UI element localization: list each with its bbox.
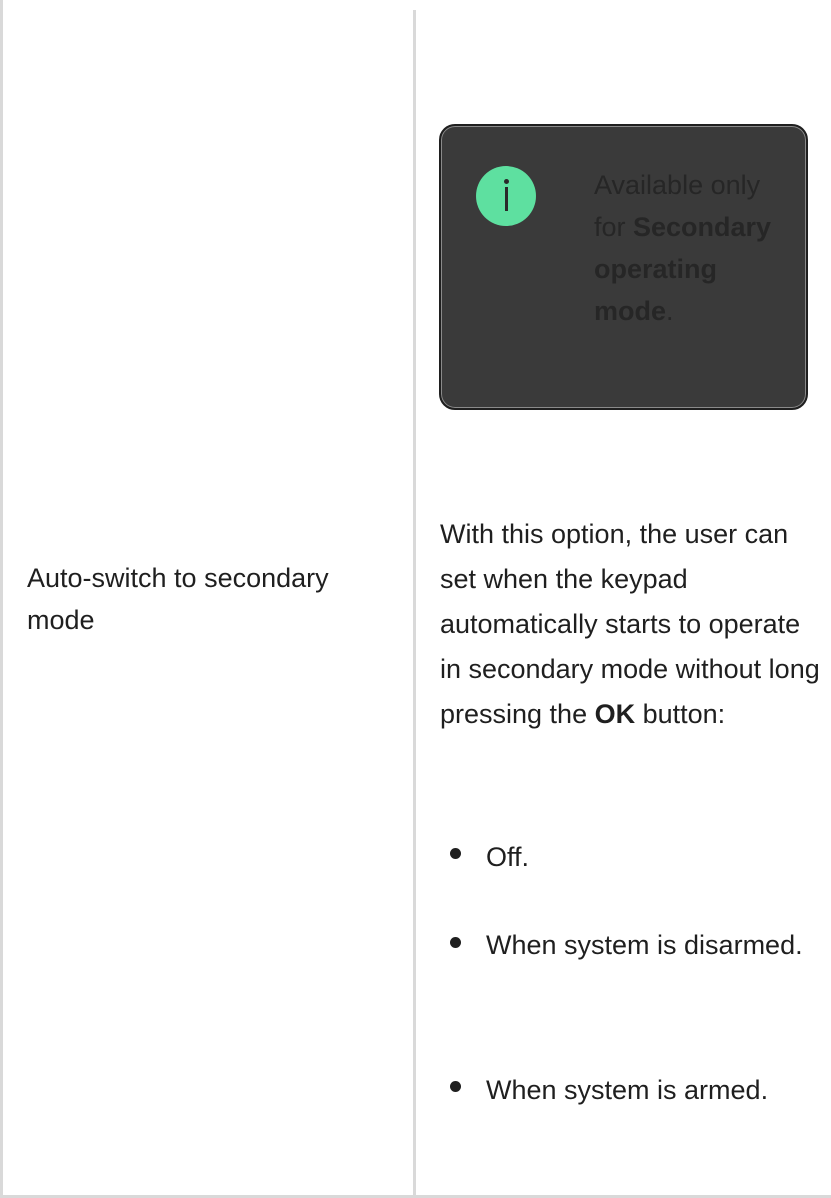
setting-description: With this option, the user can set when … bbox=[440, 512, 820, 737]
description-text: With this option, the user can set when … bbox=[440, 519, 820, 729]
setting-name: Auto-switch to secondary mode bbox=[27, 563, 329, 635]
bullet-icon bbox=[450, 937, 461, 948]
list-item-label: When system is armed. bbox=[486, 1075, 769, 1105]
settings-table-page: Available only for Secondary operating m… bbox=[0, 0, 831, 1198]
bullet-icon bbox=[450, 848, 461, 859]
bullet-icon bbox=[450, 1081, 461, 1092]
list-item-label: Off. bbox=[486, 842, 530, 872]
info-text-suffix: . bbox=[666, 296, 674, 326]
info-icon bbox=[476, 166, 536, 226]
table-column-divider bbox=[413, 10, 416, 1198]
info-icon-stem bbox=[505, 187, 508, 211]
list-item-label: When system is disarmed. bbox=[486, 930, 803, 960]
info-callout-text: Available only for Secondary operating m… bbox=[594, 164, 774, 332]
info-icon-dot bbox=[504, 179, 509, 184]
ok-button-label: OK bbox=[594, 699, 636, 729]
table-left-border bbox=[0, 0, 3, 1198]
info-callout: Available only for Secondary operating m… bbox=[439, 124, 808, 410]
description-suffix: button: bbox=[635, 699, 726, 729]
